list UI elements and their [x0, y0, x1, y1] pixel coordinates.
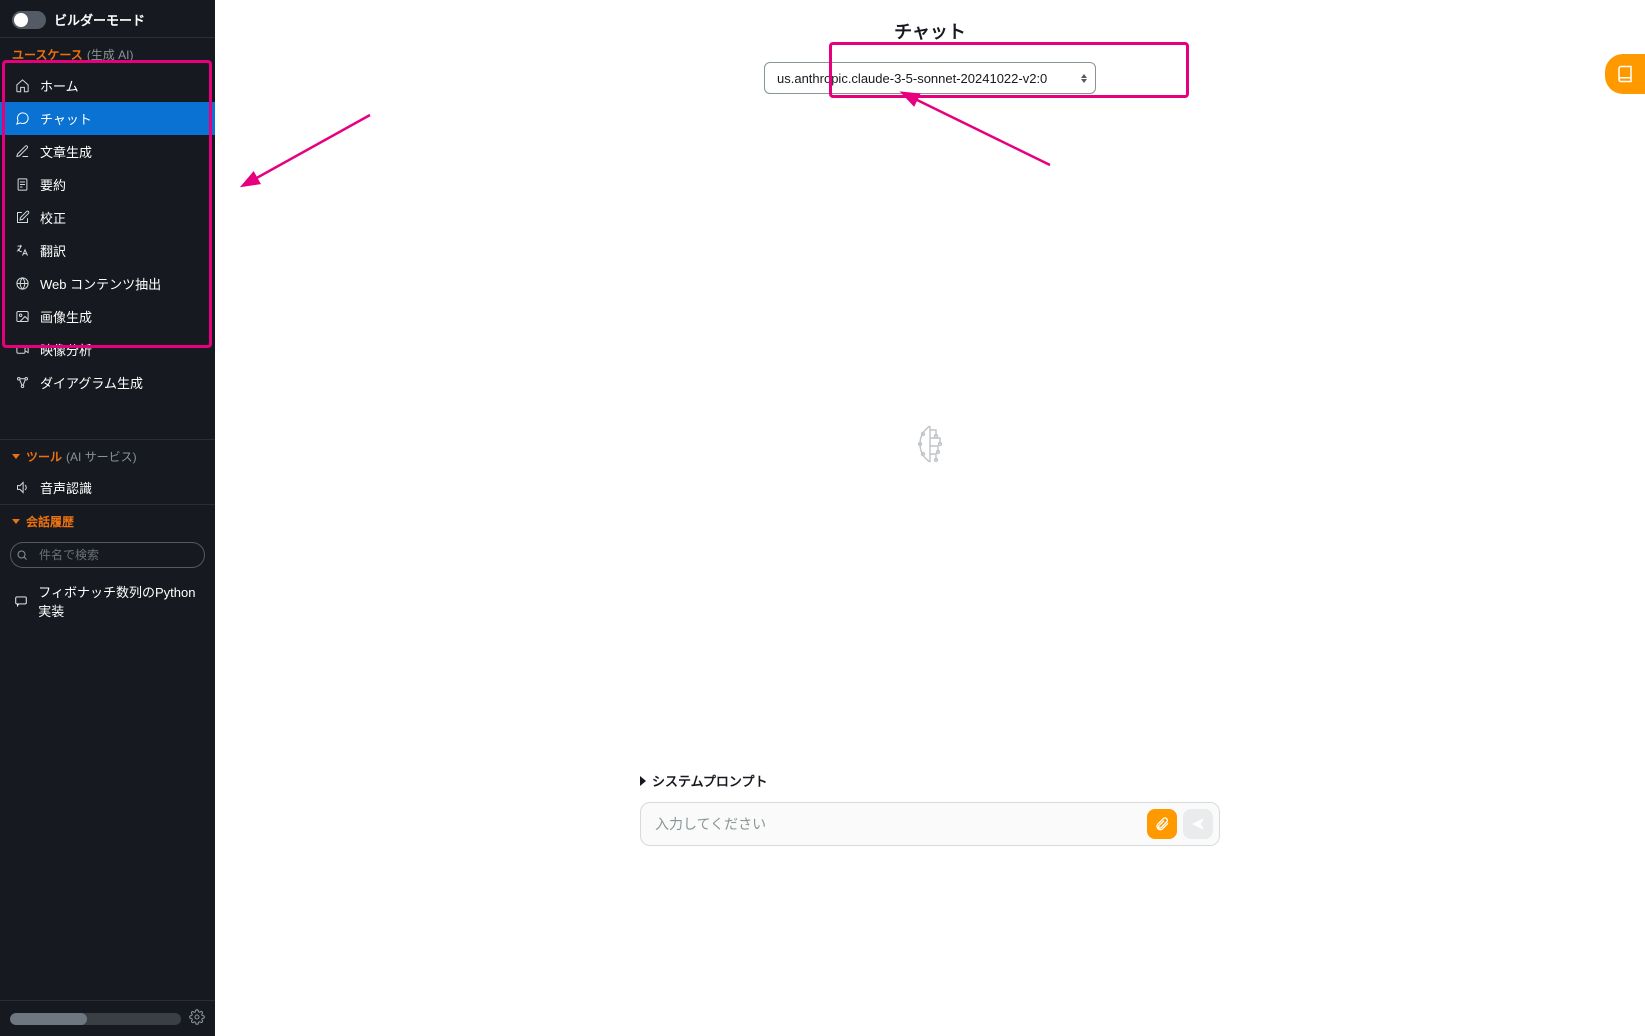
sidebar-item-label: 要約 [40, 175, 66, 194]
help-tab-button[interactable] [1605, 54, 1645, 94]
tools-nav: 音声認識 [0, 471, 215, 504]
builder-mode-toggle[interactable] [12, 11, 46, 29]
builder-mode-label: ビルダーモード [54, 10, 145, 29]
chat-bubble-icon [14, 593, 28, 609]
select-chevron-icon [1081, 74, 1087, 83]
section-header-history[interactable]: 会話履歴 [0, 504, 215, 536]
section-sub: (AI サービス) [66, 448, 137, 465]
attach-button[interactable] [1147, 809, 1177, 839]
chat-icon [14, 111, 30, 127]
globe-icon [14, 276, 30, 292]
home-icon [14, 78, 30, 94]
sidebar-footer [0, 1000, 215, 1036]
builder-mode-row: ビルダーモード [0, 0, 215, 37]
video-icon [14, 342, 30, 358]
history-item-label: フィボナッチ数列のPython実装 [38, 582, 201, 620]
section-header-tools[interactable]: ツール (AI サービス) [0, 439, 215, 471]
sidebar-item-image[interactable]: 画像生成 [0, 300, 215, 333]
annotation-arrow-right [905, 90, 1055, 175]
document-icon [14, 177, 30, 193]
settings-button[interactable] [189, 1009, 205, 1028]
chat-input-bar [640, 802, 1220, 846]
main-content: チャット us.anthropic.claude-3-5-sonnet-2024… [215, 0, 1645, 1036]
sidebar-item-label: 映像分析 [40, 340, 92, 359]
system-prompt-toggle[interactable]: システムプロンプト [640, 771, 1220, 790]
sidebar-item-label: チャット [40, 109, 92, 128]
sidebar-item-label: 翻訳 [40, 241, 66, 260]
image-icon [14, 309, 30, 325]
sidebar-item-video[interactable]: 映像分析 [0, 333, 215, 366]
chevron-down-icon [12, 519, 20, 524]
center-logo [906, 420, 954, 473]
sidebar-item-proof[interactable]: 校正 [0, 201, 215, 234]
sidebar-item-translate[interactable]: 翻訳 [0, 234, 215, 267]
sidebar-item-text[interactable]: 文章生成 [0, 135, 215, 168]
sidebar-item-label: 校正 [40, 208, 66, 227]
usage-bar [10, 1013, 181, 1025]
history-search-input[interactable] [33, 542, 205, 568]
pencil-icon [14, 144, 30, 160]
chat-footer: システムプロンプト [640, 771, 1220, 846]
annotation-arrow-left [245, 110, 375, 195]
chevron-down-icon [12, 454, 20, 459]
usecase-nav: ホーム チャット 文章生成 要約 校正 翻訳 Web コンテンツ抽出 画像生成 [0, 69, 215, 399]
sidebar-item-webextract[interactable]: Web コンテンツ抽出 [0, 267, 215, 300]
section-title: ユースケース [12, 46, 83, 63]
history-item[interactable]: フィボナッチ数列のPython実装 [0, 574, 215, 628]
history-search-row [0, 536, 215, 574]
section-header-usecase[interactable]: ユースケース (生成 AI) [0, 37, 215, 69]
sidebar-item-label: ダイアグラム生成 [40, 373, 143, 392]
sidebar-item-speech[interactable]: 音声認識 [0, 471, 215, 504]
usage-fill [10, 1013, 87, 1025]
system-prompt-label: システムプロンプト [652, 771, 767, 790]
sidebar-item-summary[interactable]: 要約 [0, 168, 215, 201]
sidebar: ビルダーモード ユースケース (生成 AI) ホーム チャット 文章生成 要約 … [0, 0, 215, 1036]
sidebar-item-label: ホーム [40, 76, 79, 95]
section-title: ツール [26, 448, 62, 465]
diagram-icon [14, 375, 30, 391]
sidebar-item-label: 音声認識 [40, 478, 92, 497]
send-button[interactable] [1183, 809, 1213, 839]
translate-icon [14, 243, 30, 259]
model-select[interactable]: us.anthropic.claude-3-5-sonnet-20241022-… [764, 62, 1096, 94]
model-selected-value: us.anthropic.claude-3-5-sonnet-20241022-… [777, 71, 1047, 86]
search-icon [10, 542, 33, 568]
chevron-right-icon [640, 776, 646, 786]
section-title: 会話履歴 [26, 513, 74, 530]
sidebar-item-label: 画像生成 [40, 307, 92, 326]
chat-input[interactable] [655, 816, 1141, 832]
sidebar-item-diagram[interactable]: ダイアグラム生成 [0, 366, 215, 399]
sidebar-item-label: 文章生成 [40, 142, 92, 161]
section-sub: (生成 AI) [87, 46, 134, 63]
toggle-knob [14, 13, 28, 27]
sidebar-item-label: Web コンテンツ抽出 [40, 274, 161, 293]
sidebar-item-chat[interactable]: チャット [0, 102, 215, 135]
page-title: チャット [894, 18, 966, 44]
sidebar-item-home[interactable]: ホーム [0, 69, 215, 102]
edit-icon [14, 210, 30, 226]
speaker-icon [14, 480, 30, 496]
